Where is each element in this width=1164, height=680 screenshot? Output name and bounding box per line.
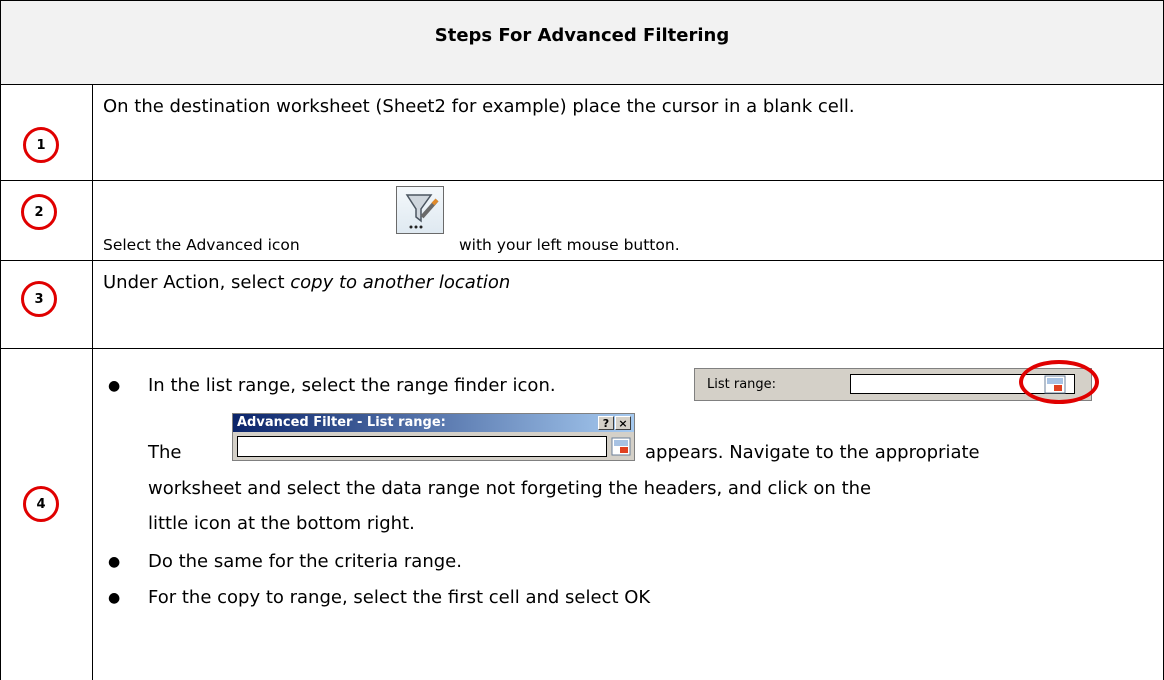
row-divider: [0, 348, 1164, 349]
advanced-filter-icon: [396, 186, 444, 234]
step-3-text-plain: Under Action, select: [103, 272, 291, 293]
step-1-text: On the destination worksheet (Sheet2 for…: [103, 96, 855, 117]
step-4-bullet-1: In the list range, select the range find…: [148, 375, 556, 396]
step-4-line-worksheet: worksheet and select the data range not …: [148, 478, 872, 499]
document-title: Steps For Advanced Filtering: [434, 25, 730, 46]
dialog-range-input[interactable]: [237, 436, 607, 457]
help-button[interactable]: ?: [598, 416, 614, 430]
bullet-dot: ●: [108, 590, 121, 606]
list-range-label: List range:: [707, 377, 777, 392]
row-divider: [0, 84, 1164, 85]
step-4-bullet-2: Do the same for the criteria range.: [148, 551, 462, 572]
table-border-left: [0, 0, 1, 680]
row-divider: [0, 180, 1164, 181]
range-finder-icon[interactable]: [611, 437, 631, 456]
step-2-text-after: with your left mouse button.: [459, 236, 680, 254]
step-number-badge: 2: [21, 194, 57, 230]
dialog-title: Advanced Filter - List range:: [237, 415, 446, 430]
step-3-text-italic: copy to another location: [290, 272, 511, 293]
bullet-dot: ●: [108, 378, 121, 394]
close-button[interactable]: ×: [615, 416, 631, 430]
step-2-text-before: Select the Advanced icon: [103, 236, 300, 254]
highlight-circle: [1019, 360, 1099, 404]
table-border-top: [0, 0, 1164, 1]
step-4-bullet-3: For the copy to range, select the first …: [148, 587, 651, 608]
step-4-line-little: little icon at the bottom right.: [148, 513, 415, 534]
step-number-badge: 1: [23, 127, 59, 163]
column-divider: [92, 84, 93, 680]
advanced-filter-dialog: Advanced Filter - List range: ? ×: [232, 413, 635, 461]
step-4-line-the: The: [148, 442, 182, 463]
row-divider: [0, 260, 1164, 261]
step-number-badge: 3: [21, 281, 57, 317]
step-4-line-appears: appears. Navigate to the appropriate: [645, 442, 980, 463]
step-3-text: Under Action, select copy to another loc…: [103, 272, 510, 293]
bullet-dot: ●: [108, 554, 121, 570]
steps-document: Steps For Advanced Filtering 1 On the de…: [0, 0, 1164, 680]
dialog-title-bar: Advanced Filter - List range:: [233, 414, 634, 432]
step-number-badge: 4: [23, 486, 59, 522]
